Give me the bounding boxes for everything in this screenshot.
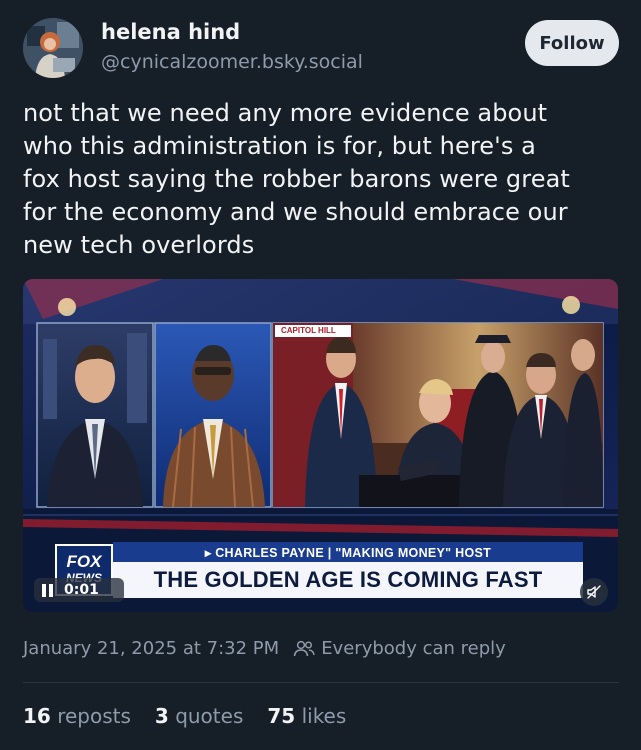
post-header: helena hind @cynicalzoomer.bsky.social F… [23,18,619,82]
quotes-count: 3 [154,704,169,728]
avatar[interactable] [23,18,83,78]
chyron-subtitle: ▸ CHARLES PAYNE | "MAKING MONEY" HOST [113,542,583,562]
reply-setting-label: Everybody can reply [321,638,506,659]
pause-button[interactable]: 0:01 [34,578,124,602]
video-time: 0:01 [64,582,99,598]
chyron-headline: THE GOLDEN AGE IS COMING FAST [113,562,583,598]
reposts-count: 16 [23,704,51,728]
likes-count: 75 [267,704,296,728]
people-icon [293,640,315,656]
post-stats: 16 reposts 3 quotes 75 likes [23,704,370,728]
likes-stat[interactable]: 75 likes [267,704,346,728]
quotes-label: quotes [175,704,244,728]
post-timestamp[interactable]: January 21, 2025 at 7:32 PM [23,638,279,659]
muted-speaker-icon [587,585,601,599]
reposts-label: reposts [57,704,131,728]
mute-button[interactable] [580,578,608,606]
video-player[interactable]: CAPITOL HILL ▸ CHARLES PAYNE | "MAKING M… [23,279,618,612]
divider [23,682,619,683]
post-text: not that we need any more evidence about… [23,99,570,259]
author-handle[interactable]: @cynicalzoomer.bsky.social [101,51,363,73]
follow-button[interactable]: Follow [525,20,619,66]
likes-label: likes [301,704,347,728]
author-name[interactable]: helena hind [101,20,240,44]
reply-setting: Everybody can reply [293,638,506,659]
quotes-stat[interactable]: 3 quotes [155,704,243,728]
capitol-hill-label: CAPITOL HILL [281,326,336,335]
pause-icon [42,583,54,597]
logo-line-1: FOX [66,552,102,571]
post-meta: January 21, 2025 at 7:32 PM Everybody ca… [23,638,506,659]
reposts-stat[interactable]: 16 reposts [23,704,131,728]
